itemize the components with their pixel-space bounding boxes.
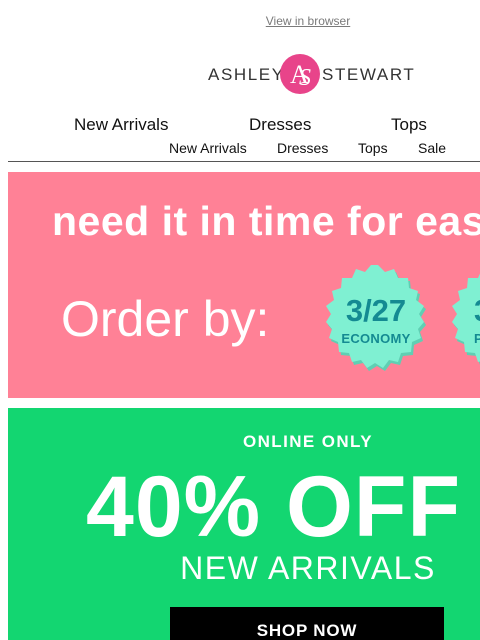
promo-eyebrow: ONLINE ONLY (242, 432, 373, 451)
economy-deadline-badge: 3/27 ECONOMY (322, 265, 440, 383)
shipping-deadline-banner[interactable]: need it in time for eas Order by: 3/27 E… (8, 172, 480, 398)
subnav-item-tops[interactable]: Tops (358, 140, 388, 156)
priority-deadline-badge: 3 PI (448, 265, 480, 383)
nav-item-dresses[interactable]: Dresses (249, 115, 311, 135)
promo-offer: 40% OFF (86, 459, 461, 555)
order-by-label: Order by: (61, 291, 270, 347)
shop-now-button[interactable]: SHOP NOW (170, 607, 444, 640)
subnav-item-new-arrivals[interactable]: New Arrivals (169, 140, 247, 156)
subnav-item-sale[interactable]: Sale (418, 140, 446, 156)
ashley-stewart-logo[interactable]: ASHLEY A S STEWART (208, 52, 414, 96)
shipping-headline: need it in time for eas (52, 198, 480, 244)
svg-text:S: S (299, 65, 311, 91)
economy-label: ECONOMY (341, 331, 411, 346)
logo-text-left: ASHLEY (208, 65, 285, 84)
priority-label: PI (474, 331, 480, 346)
secondary-nav: New Arrivals Dresses Tops Sale (0, 140, 480, 158)
promo-subhead: NEW ARRIVALS (180, 550, 436, 586)
economy-date: 3/27 (345, 293, 407, 328)
priority-date: 3 (474, 293, 480, 329)
nav-divider (8, 161, 480, 162)
view-in-browser-link[interactable]: View in browser (0, 14, 480, 28)
logo-monogram-icon: A S (280, 54, 320, 94)
subnav-item-dresses[interactable]: Dresses (277, 140, 328, 156)
promo-banner[interactable]: ONLINE ONLY 40% OFF NEW ARRIVALS SHOP NO… (8, 408, 480, 640)
nav-item-tops[interactable]: Tops (391, 115, 427, 135)
nav-item-new-arrivals[interactable]: New Arrivals (74, 115, 168, 135)
primary-nav: New Arrivals Dresses Tops (0, 115, 480, 137)
logo-text-right: STEWART (322, 65, 416, 84)
